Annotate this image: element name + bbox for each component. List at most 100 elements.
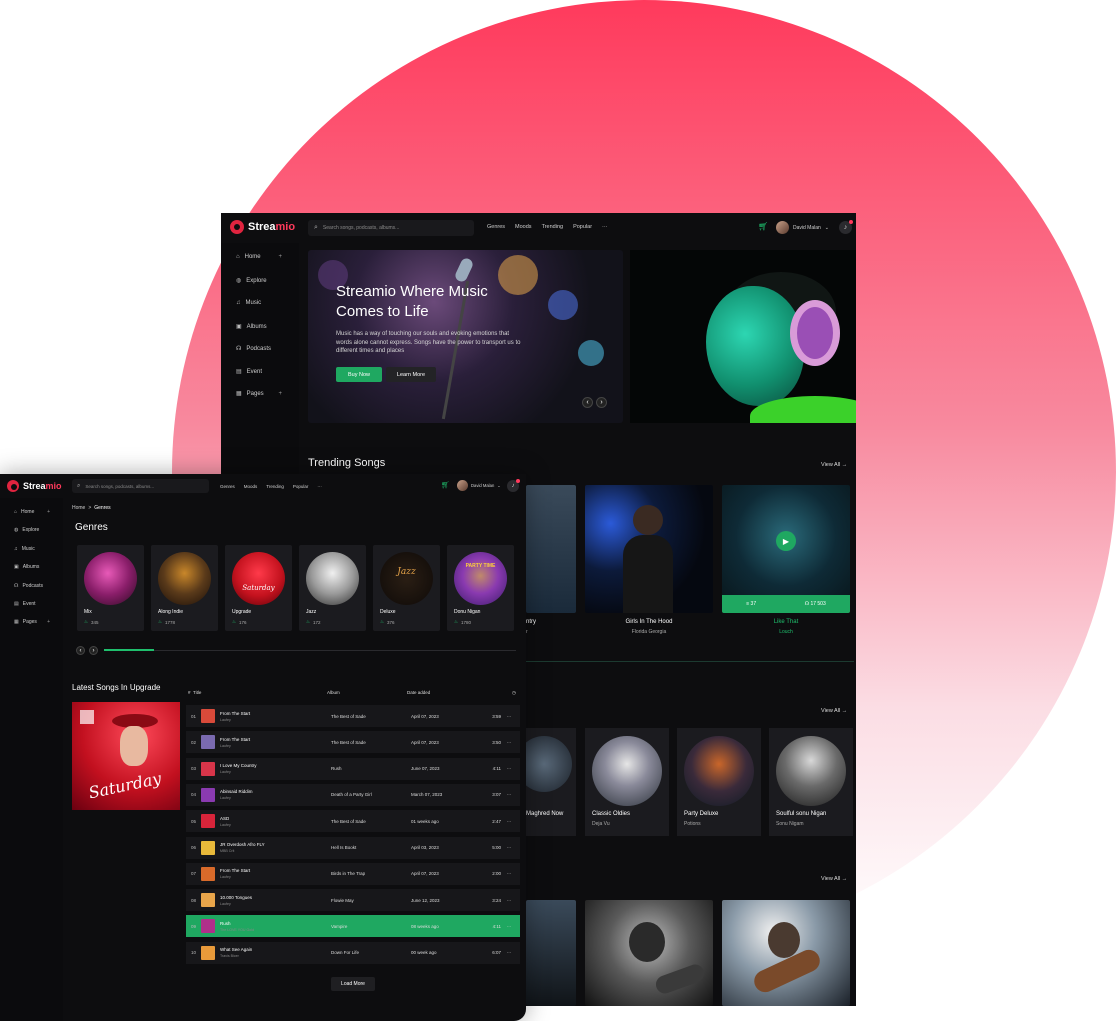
more-options-icon[interactable]: ··· [501,819,517,824]
sidebar-item-music[interactable]: ♫ Music [236,300,261,306]
search-input[interactable]: Search songs, podcasts, albums... [85,484,154,489]
table-row[interactable]: 01 From The Start Laufey The Best of Sade Ap… [186,705,520,727]
table-row[interactable]: 08 10.000 Tongues Laufey Flowie May June 12,… [186,889,520,912]
nav-more[interactable]: ··· [317,484,322,489]
sidebar-item-albums[interactable]: ▣ Albums [14,564,39,570]
sidebar-item-albums[interactable]: ▣ Albums [236,323,267,331]
song-title[interactable]: Abinsaid Riddim [220,789,331,794]
genre-card[interactable]: Mix ♨ 345 [77,545,144,631]
nav-popular[interactable]: Popular [293,484,309,489]
song-artist[interactable]: MBB Crit [220,849,331,853]
genre-card[interactable]: Jazz ♨ 172 [299,545,366,631]
plus-icon[interactable]: + [47,509,50,515]
song-title[interactable]: From The Start [220,711,331,716]
genres-next-button[interactable]: › [89,646,98,655]
table-row[interactable]: 06 JR Overdosh Afro FLY MBB Crit Hell Is Bo… [186,836,520,859]
song-title[interactable]: From The Start [220,737,331,742]
genre-card[interactable]: PARTY TIME Donu Nigan ♨ 1780 [447,545,514,631]
song-album[interactable]: Hell Is Bookt [331,845,411,850]
genres-prev-button[interactable]: ‹ [76,646,85,655]
song-album[interactable]: The Best of Sade [331,714,411,719]
logo[interactable]: Streamio [230,220,295,234]
sidebar-item-music[interactable]: ♫ Music [14,546,35,552]
song-album[interactable]: Vampire [331,924,411,929]
more-options-icon[interactable]: ··· [501,714,517,719]
learn-more-button[interactable]: Learn More [386,367,436,382]
song-title[interactable]: From The Start [220,868,331,873]
table-row[interactable]: 03 I Love My Country Laufey Rush June 07, 20… [186,757,520,780]
nav-genres[interactable]: Genres [487,224,505,230]
search-bar[interactable]: ⌕ Search songs, podcasts, albums... [308,220,474,236]
hero-next-button[interactable]: › [596,397,607,408]
nav-popular[interactable]: Popular [573,224,592,230]
song-album[interactable]: Flowie May [331,898,411,903]
song-title[interactable]: ASD [220,816,331,821]
genre-card[interactable]: Saturday Upgrade ♨ 176 [225,545,292,631]
plus-icon[interactable]: + [278,254,282,260]
table-row[interactable]: 05 ASD Laufey The Best of Sade 01 weeks ago 2… [186,810,520,833]
sidebar-item-pages[interactable]: ▦ Pages + [14,619,50,625]
genre-card[interactable]: Jazz Deluxe ♨ 376 [373,545,440,631]
song-album[interactable]: Rush [331,766,411,771]
more-options-icon[interactable]: ··· [501,845,517,850]
more-options-icon[interactable]: ··· [501,740,517,745]
genre-card[interactable]: Along Indie ♨ 1778 [151,545,218,631]
plus-icon[interactable]: + [47,619,50,625]
song-title[interactable]: 10.000 Tongues [220,895,331,900]
cart-icon[interactable]: 🛒︎ [758,222,768,231]
table-row[interactable]: 02 From The Start Laufey The Best of Sade Ap… [186,731,520,754]
nav-moods[interactable]: Moods [244,484,258,489]
sidebar-item-podcasts[interactable]: ☊ Podcasts [236,345,271,353]
song-artist[interactable]: Travis Bicer [220,954,331,958]
hero-prev-button[interactable]: ‹ [582,397,593,408]
song-album[interactable]: The Best of Sade [331,740,411,745]
bell-icon[interactable]: ♪ [507,479,520,492]
search-bar[interactable]: ⌕ Search songs, podcasts, albums... [72,479,209,493]
user-menu[interactable]: David Malan ⌄ [457,480,501,491]
buy-now-button[interactable]: Buy Now [336,367,382,382]
play-icon[interactable]: ▶ [776,531,796,551]
table-row[interactable]: 04 Abinsaid Riddim Laufey Death of a Party … [186,783,520,806]
more-options-icon[interactable]: ··· [501,950,517,955]
song-artist[interactable]: Laufey [220,718,331,722]
song-title[interactable]: I Love My Country [220,763,331,768]
plus-icon[interactable]: + [278,391,282,397]
sidebar-item-explore[interactable]: ◍ Explore [236,277,267,285]
song-album[interactable]: Death of a Party Girl [331,792,411,797]
artists-view-all[interactable]: View All → [821,708,847,714]
sidebar-item-event[interactable]: ▤ Event [236,368,262,376]
song-artist[interactable]: Laufey [220,770,331,774]
table-row[interactable]: 07 From The Start Laufey Birds in The Trap A… [186,862,520,885]
song-card-image[interactable] [585,485,713,613]
song-artist[interactable]: Laufey [220,902,331,906]
photo-card-image[interactable] [585,900,713,1006]
third-view-all[interactable]: View All → [821,876,847,882]
sidebar-item-podcasts[interactable]: ☊ Podcasts [14,583,43,589]
nav-trending[interactable]: Trending [542,224,564,230]
nav-trending[interactable]: Trending [266,484,284,489]
nav-moods[interactable]: Moods [515,224,532,230]
table-row[interactable]: 10 What See Again Travis Bicer Down For Lif… [186,941,520,964]
sidebar-item-pages[interactable]: ▦ Pages + [236,390,282,398]
trending-view-all[interactable]: View All → [821,462,847,468]
song-artist[interactable]: Laufey [220,796,331,800]
sidebar-item-home[interactable]: ⌂ Home + [236,254,282,260]
table-row[interactable]: 09 Rush The LOVE YOU Gold Vampire 08 weeks a… [186,915,520,938]
genres-scroll-thumb[interactable] [104,649,154,651]
breadcrumb-home[interactable]: Home [72,505,85,511]
song-artist[interactable]: Laufey [220,744,331,748]
more-options-icon[interactable]: ··· [501,898,517,903]
logo[interactable]: Streamio [7,480,62,492]
latest-cover[interactable]: Saturday [72,702,180,810]
load-more-button[interactable]: Load More [331,977,375,991]
more-options-icon[interactable]: ··· [501,766,517,771]
song-album[interactable]: Down For Life [331,950,411,955]
photo-card-image[interactable] [526,900,576,1006]
search-input[interactable]: Search songs, podcasts, albums... [323,225,399,231]
bell-icon[interactable]: ♪ [839,220,853,234]
more-options-icon[interactable]: ··· [501,871,517,876]
song-title[interactable]: Rush [220,921,331,926]
song-title[interactable]: What See Again [220,947,331,952]
sidebar-item-home[interactable]: ⌂ Home + [14,509,50,515]
cart-icon[interactable]: 🛒︎ [441,481,450,489]
